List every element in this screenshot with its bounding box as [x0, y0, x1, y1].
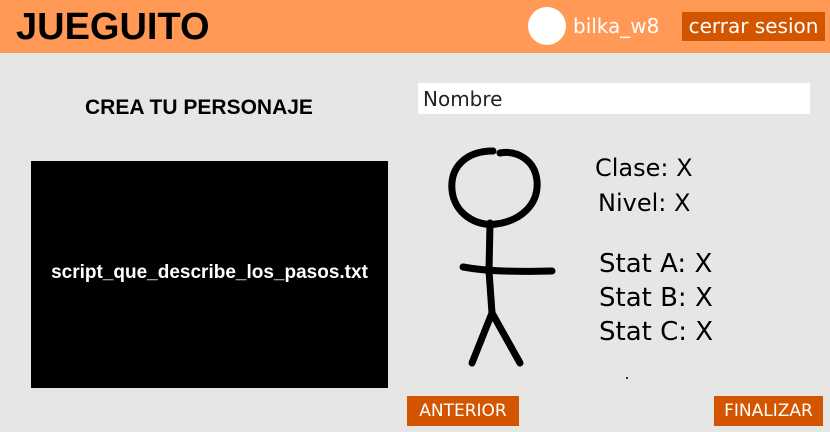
- class-label: Clase: X: [595, 154, 693, 182]
- top-bar: JUEGUITO bilka_w8 cerrar sesion: [0, 0, 830, 53]
- stat-a-label: Stat A: X: [599, 249, 713, 279]
- app-title: JUEGUITO: [16, 6, 210, 48]
- username: bilka_w8: [573, 14, 660, 38]
- finish-button[interactable]: FINALIZAR: [714, 396, 823, 426]
- stat-b-label: Stat B: X: [599, 283, 713, 313]
- avatar[interactable]: [528, 7, 566, 45]
- script-panel: script_que_describe_los_pasos.txt: [31, 161, 388, 388]
- logout-button[interactable]: cerrar sesion: [682, 12, 825, 41]
- character-name-input[interactable]: [418, 83, 810, 114]
- character-stick-figure-icon: [448, 147, 556, 367]
- back-button[interactable]: ANTERIOR: [407, 396, 519, 426]
- level-label: Nivel: X: [598, 189, 691, 217]
- stray-dot: [626, 377, 628, 379]
- stat-c-label: Stat C: X: [599, 317, 714, 347]
- page-title: CREA TU PERSONAJE: [85, 96, 313, 119]
- script-filename: script_que_describe_los_pasos.txt: [51, 262, 368, 283]
